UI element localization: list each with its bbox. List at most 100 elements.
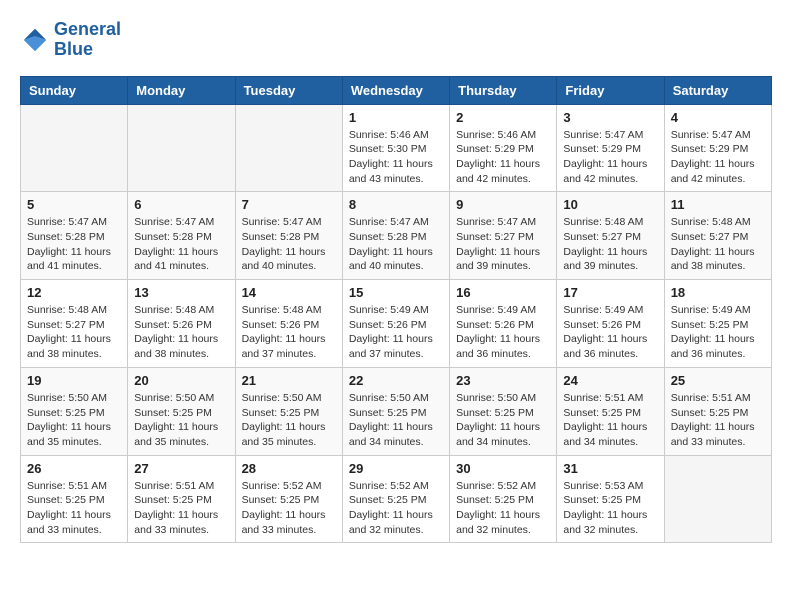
page-header: General Blue [20,20,772,60]
day-info: Sunrise: 5:49 AM Sunset: 5:26 PM Dayligh… [456,303,550,362]
day-number: 8 [349,197,443,212]
day-info: Sunrise: 5:51 AM Sunset: 5:25 PM Dayligh… [27,479,121,538]
day-number: 18 [671,285,765,300]
calendar-cell: 25 Sunrise: 5:51 AM Sunset: 5:25 PM Dayli… [664,367,771,455]
calendar-cell: 14 Sunrise: 5:48 AM Sunset: 5:26 PM Dayli… [235,280,342,368]
day-info: Sunrise: 5:47 AM Sunset: 5:28 PM Dayligh… [242,215,336,274]
calendar-week-1: 1 Sunrise: 5:46 AM Sunset: 5:30 PM Daylig… [21,104,772,192]
calendar-cell: 4 Sunrise: 5:47 AM Sunset: 5:29 PM Daylig… [664,104,771,192]
day-number: 4 [671,110,765,125]
calendar-cell [21,104,128,192]
logo-icon [20,25,50,55]
calendar-cell: 2 Sunrise: 5:46 AM Sunset: 5:29 PM Daylig… [450,104,557,192]
day-info: Sunrise: 5:51 AM Sunset: 5:25 PM Dayligh… [671,391,765,450]
calendar-cell: 23 Sunrise: 5:50 AM Sunset: 5:25 PM Dayli… [450,367,557,455]
day-number: 26 [27,461,121,476]
calendar-table: SundayMondayTuesdayWednesdayThursdayFrid… [20,76,772,544]
day-info: Sunrise: 5:48 AM Sunset: 5:27 PM Dayligh… [27,303,121,362]
day-info: Sunrise: 5:50 AM Sunset: 5:25 PM Dayligh… [242,391,336,450]
weekday-header-wednesday: Wednesday [342,76,449,104]
weekday-header-row: SundayMondayTuesdayWednesdayThursdayFrid… [21,76,772,104]
day-number: 22 [349,373,443,388]
calendar-cell: 12 Sunrise: 5:48 AM Sunset: 5:27 PM Dayli… [21,280,128,368]
day-number: 21 [242,373,336,388]
day-number: 15 [349,285,443,300]
day-number: 20 [134,373,228,388]
day-number: 13 [134,285,228,300]
calendar-cell: 15 Sunrise: 5:49 AM Sunset: 5:26 PM Dayli… [342,280,449,368]
day-info: Sunrise: 5:50 AM Sunset: 5:25 PM Dayligh… [134,391,228,450]
day-number: 23 [456,373,550,388]
calendar-cell: 6 Sunrise: 5:47 AM Sunset: 5:28 PM Daylig… [128,192,235,280]
day-info: Sunrise: 5:47 AM Sunset: 5:28 PM Dayligh… [27,215,121,274]
day-info: Sunrise: 5:50 AM Sunset: 5:25 PM Dayligh… [456,391,550,450]
day-info: Sunrise: 5:50 AM Sunset: 5:25 PM Dayligh… [349,391,443,450]
day-info: Sunrise: 5:48 AM Sunset: 5:27 PM Dayligh… [563,215,657,274]
day-info: Sunrise: 5:49 AM Sunset: 5:26 PM Dayligh… [563,303,657,362]
day-info: Sunrise: 5:48 AM Sunset: 5:26 PM Dayligh… [134,303,228,362]
day-info: Sunrise: 5:47 AM Sunset: 5:28 PM Dayligh… [134,215,228,274]
day-info: Sunrise: 5:47 AM Sunset: 5:29 PM Dayligh… [671,128,765,187]
calendar-cell [128,104,235,192]
weekday-header-thursday: Thursday [450,76,557,104]
day-info: Sunrise: 5:52 AM Sunset: 5:25 PM Dayligh… [349,479,443,538]
day-info: Sunrise: 5:51 AM Sunset: 5:25 PM Dayligh… [563,391,657,450]
calendar-cell: 22 Sunrise: 5:50 AM Sunset: 5:25 PM Dayli… [342,367,449,455]
day-number: 19 [27,373,121,388]
day-number: 2 [456,110,550,125]
day-info: Sunrise: 5:53 AM Sunset: 5:25 PM Dayligh… [563,479,657,538]
day-info: Sunrise: 5:52 AM Sunset: 5:25 PM Dayligh… [456,479,550,538]
calendar-cell: 13 Sunrise: 5:48 AM Sunset: 5:26 PM Dayli… [128,280,235,368]
calendar-cell: 26 Sunrise: 5:51 AM Sunset: 5:25 PM Dayli… [21,455,128,543]
day-info: Sunrise: 5:48 AM Sunset: 5:27 PM Dayligh… [671,215,765,274]
weekday-header-monday: Monday [128,76,235,104]
day-number: 17 [563,285,657,300]
day-number: 11 [671,197,765,212]
day-number: 28 [242,461,336,476]
day-number: 31 [563,461,657,476]
calendar-cell: 20 Sunrise: 5:50 AM Sunset: 5:25 PM Dayli… [128,367,235,455]
day-info: Sunrise: 5:47 AM Sunset: 5:27 PM Dayligh… [456,215,550,274]
day-number: 16 [456,285,550,300]
day-info: Sunrise: 5:46 AM Sunset: 5:30 PM Dayligh… [349,128,443,187]
day-info: Sunrise: 5:46 AM Sunset: 5:29 PM Dayligh… [456,128,550,187]
calendar-cell: 19 Sunrise: 5:50 AM Sunset: 5:25 PM Dayli… [21,367,128,455]
calendar-cell: 31 Sunrise: 5:53 AM Sunset: 5:25 PM Dayli… [557,455,664,543]
calendar-cell [235,104,342,192]
calendar-cell [664,455,771,543]
day-info: Sunrise: 5:48 AM Sunset: 5:26 PM Dayligh… [242,303,336,362]
calendar-cell: 18 Sunrise: 5:49 AM Sunset: 5:25 PM Dayli… [664,280,771,368]
calendar-cell: 16 Sunrise: 5:49 AM Sunset: 5:26 PM Dayli… [450,280,557,368]
day-number: 9 [456,197,550,212]
day-number: 27 [134,461,228,476]
logo-text: General Blue [54,20,121,60]
day-number: 29 [349,461,443,476]
weekday-header-saturday: Saturday [664,76,771,104]
day-number: 25 [671,373,765,388]
day-info: Sunrise: 5:52 AM Sunset: 5:25 PM Dayligh… [242,479,336,538]
day-number: 10 [563,197,657,212]
calendar-week-4: 19 Sunrise: 5:50 AM Sunset: 5:25 PM Dayli… [21,367,772,455]
day-info: Sunrise: 5:49 AM Sunset: 5:26 PM Dayligh… [349,303,443,362]
calendar-cell: 8Sunrise: 5:47 AM Sunset: 5:28 PM Daylig… [342,192,449,280]
calendar-week-3: 12 Sunrise: 5:48 AM Sunset: 5:27 PM Dayli… [21,280,772,368]
day-number: 14 [242,285,336,300]
calendar-cell: 28 Sunrise: 5:52 AM Sunset: 5:25 PM Dayli… [235,455,342,543]
day-number: 24 [563,373,657,388]
calendar-cell: 30Sunrise: 5:52 AM Sunset: 5:25 PM Dayli… [450,455,557,543]
day-info: Sunrise: 5:49 AM Sunset: 5:25 PM Dayligh… [671,303,765,362]
calendar-cell: 7Sunrise: 5:47 AM Sunset: 5:28 PM Daylig… [235,192,342,280]
calendar-cell: 5Sunrise: 5:47 AM Sunset: 5:28 PM Daylig… [21,192,128,280]
calendar-cell: 10 Sunrise: 5:48 AM Sunset: 5:27 PM Dayli… [557,192,664,280]
day-number: 1 [349,110,443,125]
day-number: 12 [27,285,121,300]
calendar-cell: 9 Sunrise: 5:47 AM Sunset: 5:27 PM Daylig… [450,192,557,280]
calendar-week-5: 26 Sunrise: 5:51 AM Sunset: 5:25 PM Dayli… [21,455,772,543]
calendar-cell: 11 Sunrise: 5:48 AM Sunset: 5:27 PM Dayli… [664,192,771,280]
day-number: 6 [134,197,228,212]
calendar-cell: 1 Sunrise: 5:46 AM Sunset: 5:30 PM Daylig… [342,104,449,192]
day-info: Sunrise: 5:51 AM Sunset: 5:25 PM Dayligh… [134,479,228,538]
day-info: Sunrise: 5:50 AM Sunset: 5:25 PM Dayligh… [27,391,121,450]
calendar-cell: 29 Sunrise: 5:52 AM Sunset: 5:25 PM Dayli… [342,455,449,543]
calendar-cell: 27 Sunrise: 5:51 AM Sunset: 5:25 PM Dayli… [128,455,235,543]
